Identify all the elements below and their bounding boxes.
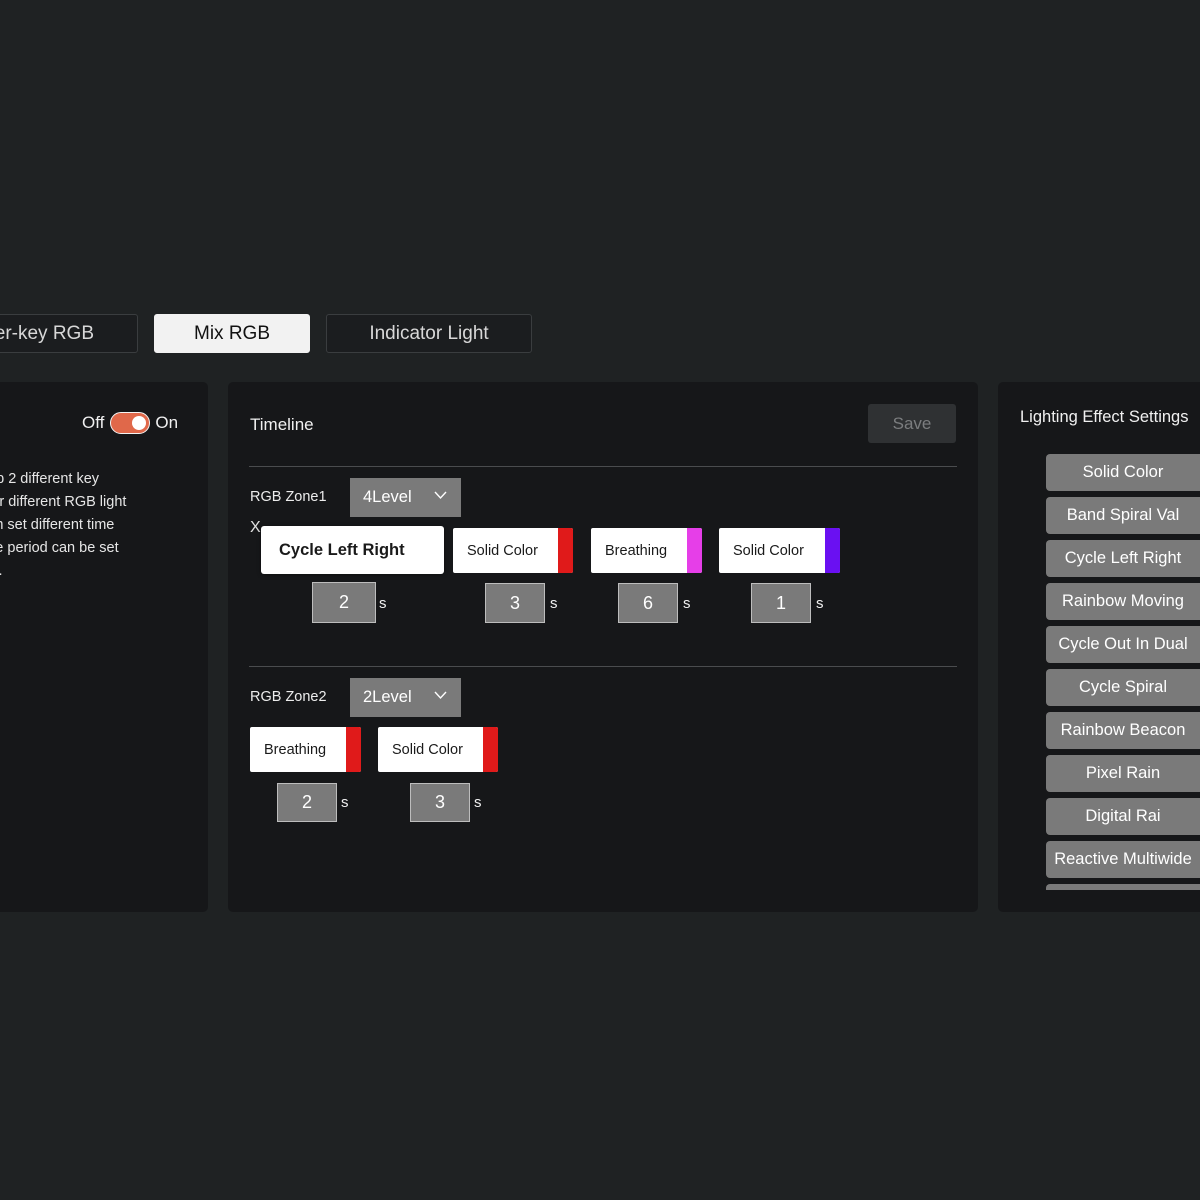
- effect-option-label: Solid Color: [1082, 463, 1164, 481]
- zone1-time-input[interactable]: 3: [485, 583, 545, 623]
- effect-option-label: Rainbow Beacon: [1060, 721, 1186, 739]
- color-swatch: [483, 727, 498, 772]
- mix-rgb-toggle[interactable]: [110, 412, 151, 434]
- effect-card-label: Solid Color: [733, 542, 804, 559]
- zone2-level-select[interactable]: 2Level: [350, 678, 461, 717]
- zone1-level-select[interactable]: 4Level: [350, 478, 461, 517]
- zone1-level-value: 4Level: [363, 488, 412, 506]
- effect-card-label: Breathing: [264, 741, 327, 758]
- description-line: t up 2 different key: [0, 471, 100, 487]
- time-unit-label: s: [683, 595, 691, 612]
- effect-option-label: Cycle Spiral: [1078, 678, 1168, 696]
- zone1-effect-card[interactable]: Solid Color: [719, 528, 840, 573]
- zone2-effect-card[interactable]: Solid Color: [378, 727, 498, 772]
- zone1-effect-card[interactable]: Breathing: [591, 528, 702, 573]
- zone1-effect-card[interactable]: Solid Color: [453, 528, 573, 573]
- effect-option[interactable]: Cycle Spiral: [1046, 669, 1200, 706]
- effects-list[interactable]: Solid Color Band Spiral Val Cycle Left R…: [1046, 454, 1200, 890]
- effect-option-label: Pixel Rain: [1085, 764, 1161, 782]
- effect-option[interactable]: Solid Color: [1046, 454, 1200, 491]
- effect-option-label: Cycle Left Right: [1064, 549, 1182, 567]
- effect-option[interactable]: Reactive Multiwide: [1046, 841, 1200, 878]
- effect-card-label: Breathing: [605, 542, 668, 559]
- color-swatch: [687, 528, 702, 573]
- zone1-time-input[interactable]: 6: [618, 583, 678, 623]
- effect-option[interactable]: Rainbow Moving: [1046, 583, 1200, 620]
- toggle-off-label: Off: [82, 413, 105, 432]
- time-unit-label: s: [379, 595, 387, 612]
- color-swatch: [558, 528, 573, 573]
- time-unit-label: s: [341, 794, 349, 811]
- time-unit-label: s: [816, 595, 824, 612]
- effect-option[interactable]: Pixel Rain: [1046, 755, 1200, 792]
- description-line: ime period can be set: [0, 540, 119, 556]
- zone1-time-input[interactable]: 1: [751, 583, 811, 623]
- effect-option[interactable]: Rainbow Beacon: [1046, 712, 1200, 749]
- effect-option[interactable]: Cycle Out In Dual: [1046, 626, 1200, 663]
- tab-indicator-light[interactable]: Indicator Light: [326, 314, 532, 353]
- color-swatch: [346, 727, 361, 772]
- tab-per-key-rgb[interactable]: er-key RGB: [0, 314, 138, 353]
- mix-rgb-info-panel: Off On t up 2 different key l for differ…: [0, 382, 208, 912]
- color-swatch: [825, 528, 840, 573]
- mix-rgb-toggle-row: Off On: [82, 412, 178, 434]
- toggle-knob: [132, 415, 147, 430]
- timeline-panel: Timeline Save RGB Zone1 4Level X Cycle L…: [228, 382, 978, 912]
- zone1-time-input[interactable]: 2: [312, 582, 376, 623]
- timeline-title: Timeline: [250, 415, 314, 434]
- effect-option[interactable]: [1046, 884, 1200, 890]
- tab-mix-rgb[interactable]: Mix RGB: [154, 314, 310, 353]
- chevron-down-icon: [434, 491, 447, 500]
- divider: [249, 666, 957, 667]
- effect-card-label: Cycle Left Right: [279, 540, 405, 559]
- lighting-settings-title: Lighting Effect Settings: [1020, 408, 1189, 426]
- effect-option-label: Rainbow Moving: [1062, 592, 1184, 610]
- zone1-label: RGB Zone1: [250, 489, 327, 505]
- effect-card-label: Solid Color: [467, 542, 538, 559]
- effect-option[interactable]: Digital Rai: [1046, 798, 1200, 835]
- description-line: l for different RGB light: [0, 494, 127, 510]
- mix-rgb-description: t up 2 different key l for different RGB…: [0, 468, 180, 583]
- zone2-time-input[interactable]: 2: [277, 783, 337, 822]
- effect-option-label: Cycle Out In Dual: [1058, 635, 1188, 653]
- effect-option-label: Band Spiral Val: [1066, 506, 1180, 524]
- zone2-label: RGB Zone2: [250, 689, 327, 705]
- zone2-effect-card[interactable]: Breathing: [250, 727, 361, 772]
- time-unit-label: s: [474, 794, 482, 811]
- divider: [249, 466, 957, 467]
- effect-option-label: Reactive Multiwide: [1054, 850, 1192, 868]
- effect-option[interactable]: Band Spiral Val: [1046, 497, 1200, 534]
- remove-effect-icon[interactable]: X: [250, 519, 261, 537]
- description-line: can set different time: [0, 517, 115, 533]
- zone2-level-value: 2Level: [363, 688, 412, 706]
- zone2-time-input[interactable]: 3: [410, 783, 470, 822]
- description-line: cts.: [0, 560, 180, 583]
- save-button[interactable]: Save: [868, 404, 956, 443]
- time-unit-label: s: [550, 595, 558, 612]
- zone1-effect-card[interactable]: Cycle Left Right: [261, 526, 444, 574]
- chevron-down-icon: [434, 691, 447, 700]
- effect-option[interactable]: Cycle Left Right: [1046, 540, 1200, 577]
- toggle-on-label: On: [155, 413, 179, 432]
- effect-card-label: Solid Color: [392, 741, 463, 758]
- lighting-effect-settings-panel: Lighting Effect Settings Solid Color Ban…: [998, 382, 1200, 912]
- effect-option-label: Digital Rai: [1085, 807, 1161, 825]
